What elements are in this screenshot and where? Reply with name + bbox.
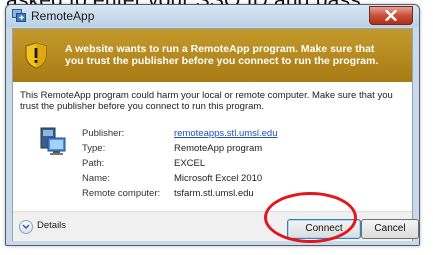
cancel-button[interactable]: Cancel <box>361 219 419 239</box>
details-toggle[interactable]: Details <box>19 220 99 234</box>
path-value: EXCEL <box>174 158 206 169</box>
warning-banner: A website wants to run a RemoteApp progr… <box>13 29 412 82</box>
publisher-link[interactable]: remoteapps.stl.umsl.edu <box>174 128 278 139</box>
name-label: Name: <box>82 173 110 184</box>
path-label: Path: <box>82 158 105 169</box>
remoteapp-icon <box>12 9 26 22</box>
close-button[interactable] <box>369 6 413 25</box>
connect-button[interactable]: Connect <box>287 219 361 239</box>
type-label: Type: <box>82 143 106 154</box>
chevron-down-icon <box>19 220 33 234</box>
close-icon <box>385 10 397 21</box>
dialog-content: A website wants to run a RemoteApp progr… <box>12 28 413 241</box>
title-bar: RemoteApp <box>6 5 419 27</box>
banner-text: A website wants to run a RemoteApp progr… <box>65 43 379 67</box>
window-title: RemoteApp <box>31 9 95 23</box>
remote-computer-label: Remote computer: <box>82 188 161 199</box>
publisher-label: Publisher: <box>82 128 125 139</box>
details-label: Details <box>37 220 67 231</box>
remote-computer-value: tsfarm.stl.umsl.edu <box>174 188 254 199</box>
remoteapp-dialog: RemoteApp A website wants to run a Remot… <box>5 4 420 246</box>
name-value: Microsoft Excel 2010 <box>174 173 263 184</box>
computer-icon <box>40 127 66 162</box>
type-value: RemoteApp program <box>174 143 263 154</box>
warning-shield-icon <box>25 42 47 74</box>
warning-text: This RemoteApp program could harm your l… <box>20 90 393 112</box>
